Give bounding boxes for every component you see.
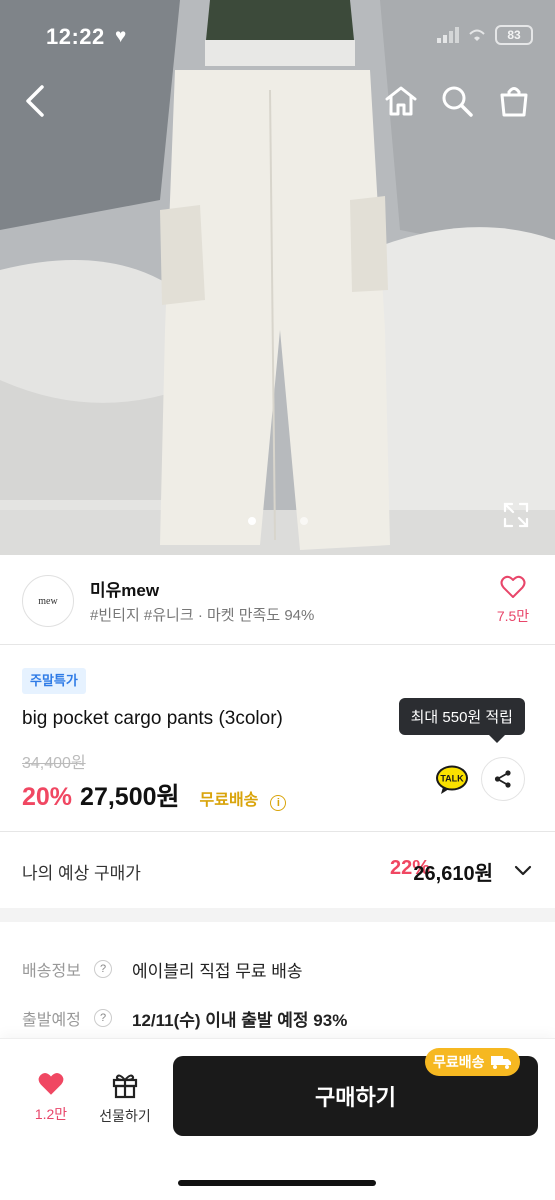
- free-shipping-tag: 무료배송: [199, 792, 259, 809]
- seller-like-button[interactable]: 7.5만: [493, 575, 533, 626]
- gift-icon: [112, 1074, 138, 1099]
- seller-name[interactable]: 미유mew: [90, 576, 159, 601]
- kakao-talk-share-button[interactable]: TALK: [432, 760, 472, 800]
- departure-label: 출발예정: [22, 1012, 81, 1029]
- signal-icon: [437, 27, 459, 43]
- battery-icon: 83: [495, 25, 533, 45]
- carousel-dot[interactable]: [299, 517, 308, 525]
- share-button[interactable]: [481, 757, 525, 801]
- expected-price-value: 26,610원: [413, 863, 493, 885]
- kakao-talk-icon: TALK: [436, 765, 468, 794]
- product-summary: 주말특가 big pocket cargo pants (3color) 34,…: [0, 646, 555, 832]
- seller-tags: #빈티지 #유니크 · 마켓 만족도 94%: [90, 607, 315, 624]
- heart-outline-icon: [500, 575, 526, 598]
- heart-status-icon: ♥: [115, 26, 127, 47]
- sale-price: 27,500원: [80, 783, 180, 811]
- promo-badge: 주말특가: [22, 668, 86, 694]
- product-image-carousel[interactable]: 12:22 ♥ 83: [0, 0, 555, 555]
- truck-icon: [490, 1056, 511, 1069]
- share-icon: [494, 770, 511, 788]
- chevron-down-icon[interactable]: [513, 860, 533, 880]
- status-time: 12:22: [46, 24, 105, 49]
- seller-like-count: 7.5만: [496, 608, 530, 624]
- home-button[interactable]: [382, 82, 420, 120]
- gift-button[interactable]: 선물하기: [92, 1071, 158, 1126]
- like-count: 1.2만: [34, 1106, 68, 1122]
- search-button[interactable]: [438, 82, 476, 120]
- cart-button[interactable]: [495, 82, 533, 120]
- like-button[interactable]: 1.2만: [22, 1071, 80, 1124]
- chevron-left-icon: [26, 85, 44, 117]
- question-icon[interactable]: ?: [94, 1009, 112, 1027]
- search-icon: [442, 86, 473, 117]
- product-title: big pocket cargo pants (3color): [22, 708, 283, 729]
- discount-rate: 20%: [22, 783, 73, 811]
- free-shipping-badge: 무료배송: [425, 1048, 520, 1076]
- carousel-indicator: [0, 517, 555, 525]
- departure-value: 12/11(수) 이내 출발 예정 93%: [132, 1010, 348, 1030]
- free-shipping-badge-label: 무료배송: [433, 1054, 485, 1070]
- seller-info[interactable]: mew 미유mew #빈티지 #유니크 · 마켓 만족도 94% 7.5만: [0, 555, 555, 645]
- question-icon[interactable]: ?: [94, 960, 112, 978]
- status-indicators: 83: [437, 25, 533, 45]
- shipping-info-value: 에이블리 직접 무료 배송: [132, 961, 303, 981]
- seller-logo[interactable]: mew: [22, 575, 74, 627]
- gift-label: 선물하기: [99, 1108, 151, 1124]
- heart-filled-icon: [38, 1073, 64, 1095]
- back-button[interactable]: [16, 82, 54, 120]
- info-icon[interactable]: i: [270, 795, 287, 811]
- shipping-info-row: 배송정보 ? 에이블리 직접 무료 배송: [22, 956, 303, 982]
- home-indicator: [178, 1180, 376, 1186]
- talk-label: TALK: [440, 774, 464, 784]
- points-tooltip: 최대 550원 적립: [398, 698, 525, 743]
- home-icon: [385, 86, 417, 116]
- shipping-info-label: 배송정보: [22, 963, 81, 980]
- carousel-dot[interactable]: [247, 517, 256, 525]
- expected-price-label: 나의 예상 구매가: [22, 864, 141, 883]
- expected-price-row[interactable]: 나의 예상 구매가 22% 26,610원: [0, 832, 555, 908]
- expand-icon: [503, 502, 529, 528]
- departure-row: 출발예정 ? 12/11(수) 이내 출발 예정 93%: [22, 1005, 347, 1031]
- shopping-bag-icon: [500, 87, 528, 117]
- section-divider: [0, 908, 555, 922]
- price-row: 20% 27,500원 무료배송 i: [22, 777, 287, 813]
- bottom-action-bar: 1.2만 선물하기 구매하기 무료배송: [0, 1038, 555, 1200]
- expand-image-button[interactable]: [503, 502, 529, 528]
- wifi-icon: [469, 29, 485, 41]
- original-price: 34,400원: [22, 755, 86, 772]
